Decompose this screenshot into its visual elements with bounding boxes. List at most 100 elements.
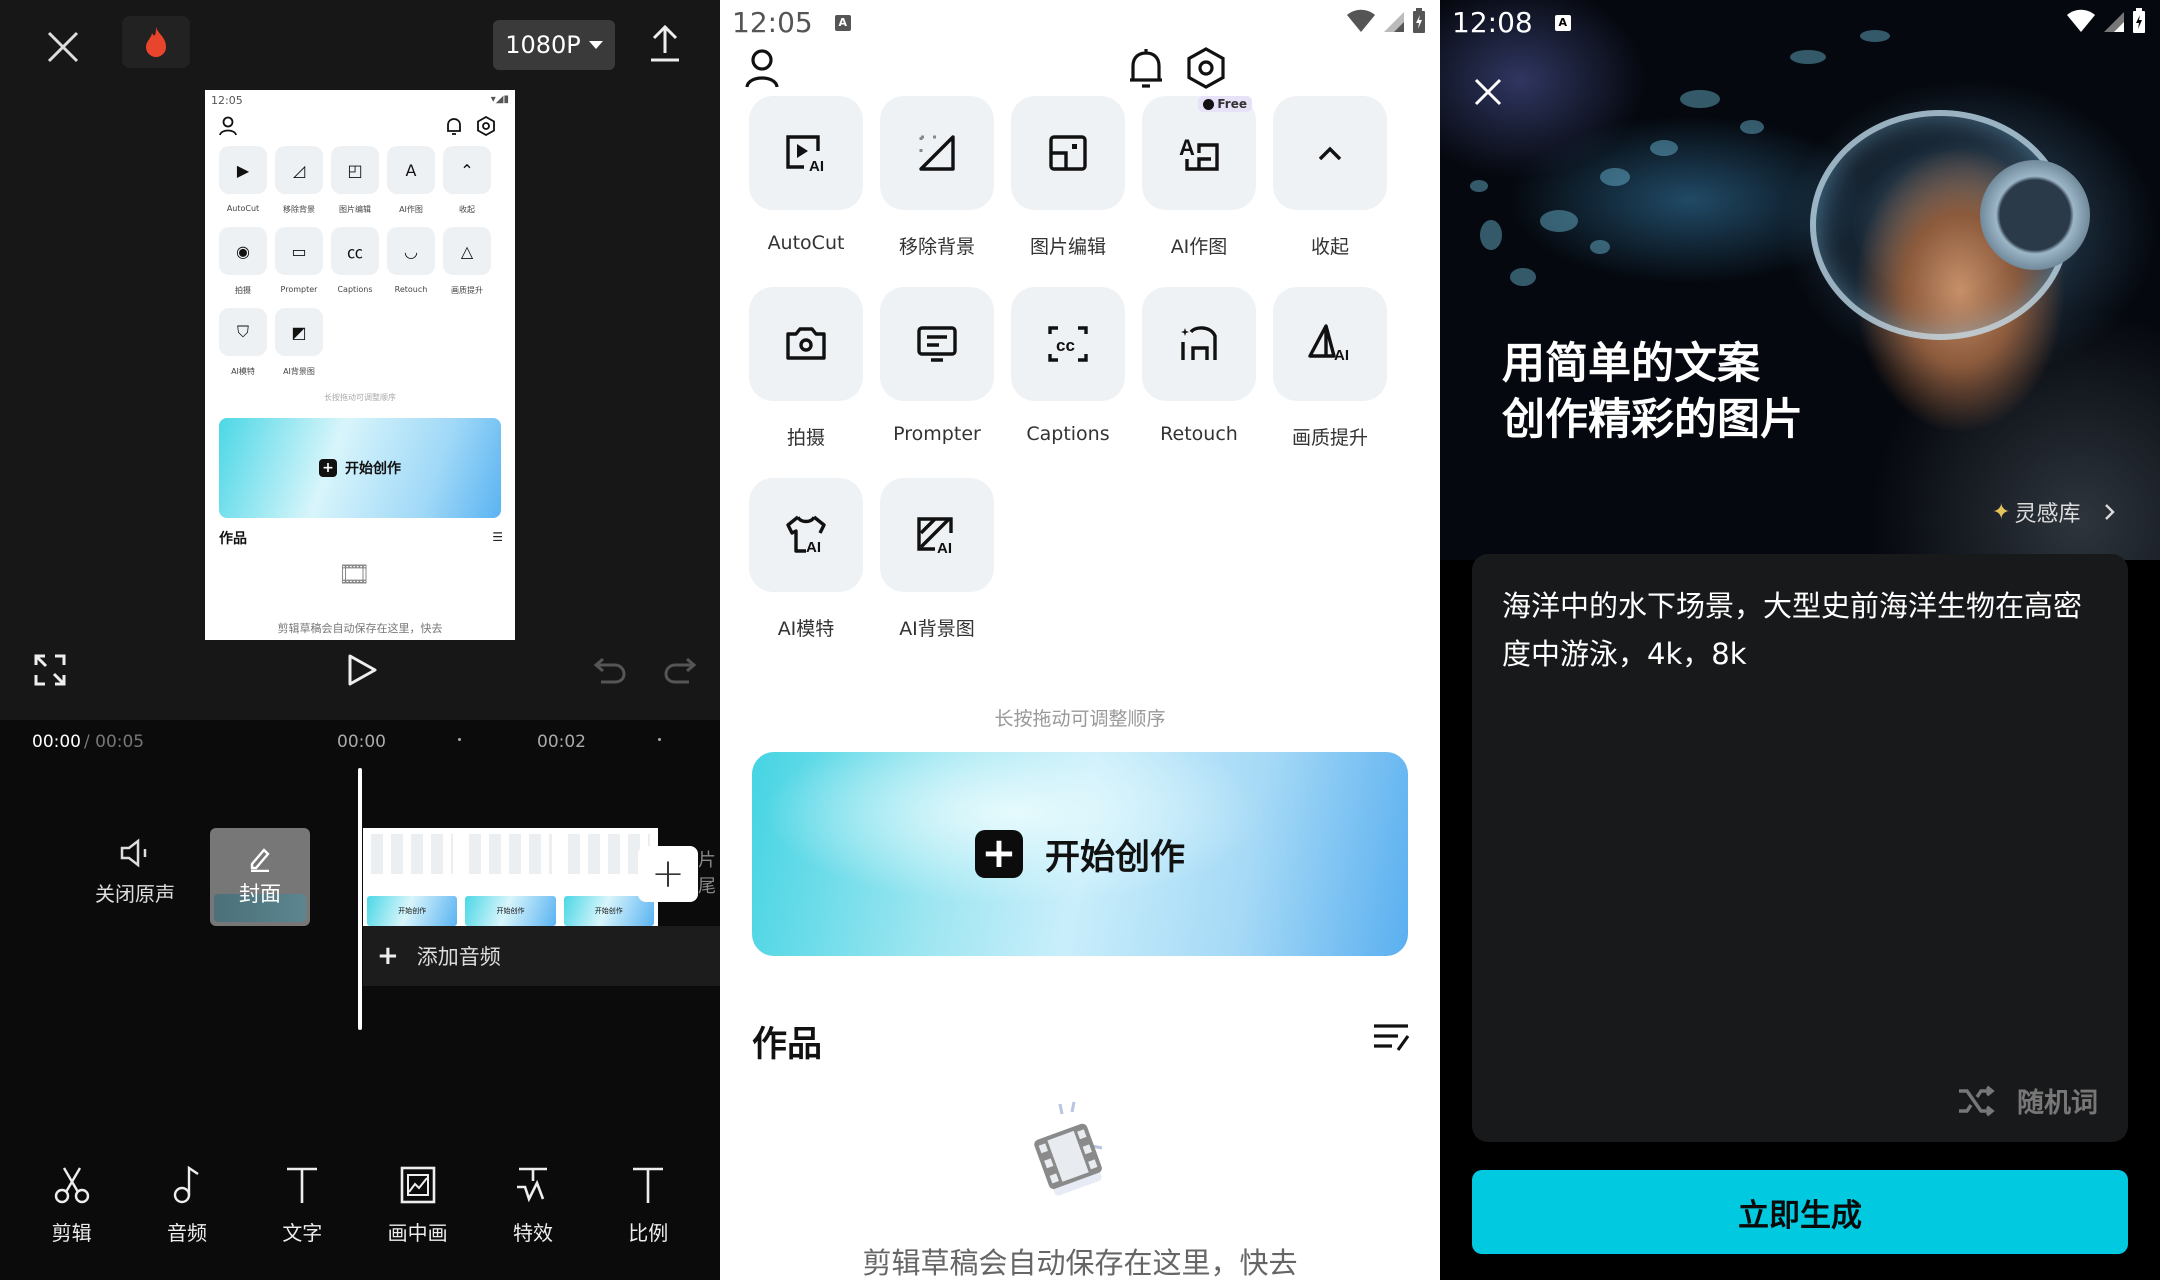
editor-preview-area: 1080P 12:05 ▾◢▮ ▶ AutoCut ◿ 移除背景 ◰ 图片编辑 A AI…: [0, 0, 720, 720]
video-preview[interactable]: 12:05 ▾◢▮ ▶ AutoCut ◿ 移除背景 ◰ 图片编辑 A AI作图 ⌃ 收起…: [205, 90, 515, 640]
add-audio-label: 添加音频: [416, 945, 501, 969]
add-audio-button[interactable]: + 添加音频: [363, 926, 720, 986]
tool-ai-model[interactable]: AI AI模特: [749, 478, 863, 669]
upload-icon: [651, 24, 679, 62]
remove-background-icon: ◿: [275, 146, 323, 194]
headline-line-1: 用简单的文案: [1502, 339, 1760, 389]
tool-autocut[interactable]: AI AutoCut: [749, 96, 863, 287]
play-button[interactable]: [340, 648, 384, 692]
tool-ai-drawing[interactable]: A AI作图 Free: [1142, 96, 1256, 287]
enhance-quality-icon: △: [443, 227, 491, 275]
retouch-icon: ◡: [387, 227, 435, 275]
preview-tool: ◡ Retouch: [385, 227, 437, 296]
autocut-icon: AI: [786, 135, 824, 175]
play-icon: [348, 654, 377, 686]
bubble: [1480, 220, 1502, 250]
start-create-button[interactable]: + 开始创作: [752, 752, 1408, 956]
resolution-value: 1080P: [505, 31, 581, 59]
settings-button[interactable]: [1186, 46, 1226, 94]
tool-enhance-quality[interactable]: AI 画质提升: [1273, 287, 1387, 478]
ai-drawing-icon: A: [1179, 135, 1219, 171]
captions-icon: ㏄: [331, 227, 379, 275]
current-time: 00:00: [32, 732, 81, 752]
tool-ratio[interactable]: 比例: [608, 1165, 688, 1246]
tool-text[interactable]: 文字: [262, 1165, 342, 1246]
preview-tool-label: Retouch: [394, 285, 428, 294]
cover-button[interactable]: 封面: [210, 828, 310, 926]
preview-tool-label: Captions: [337, 285, 373, 294]
export-button[interactable]: [640, 18, 690, 68]
close-icon: [1474, 78, 1502, 106]
prompt-text[interactable]: 海洋中的水下场景，大型史前海洋生物在高密度中游泳，4k，8k: [1502, 582, 2102, 678]
tool-ai-background[interactable]: AI AI背景图: [880, 478, 994, 669]
preview-tool-label: 收起: [459, 205, 475, 214]
tool-remove-background[interactable]: 移除背景: [880, 96, 994, 287]
notifications-button[interactable]: [1128, 48, 1164, 94]
redo-button[interactable]: [660, 650, 700, 690]
tool-prompter[interactable]: Prompter: [880, 287, 994, 478]
tool-image-edit[interactable]: 图片编辑: [1011, 96, 1125, 287]
tool-edit[interactable]: 剪辑: [32, 1165, 112, 1246]
tool-collapse[interactable]: 收起: [1273, 96, 1387, 287]
bubble: [1470, 180, 1488, 192]
film-icon: 🎞: [338, 560, 372, 590]
profile-button[interactable]: [744, 48, 780, 92]
bubble: [1860, 30, 1890, 42]
tool-icon-box: A: [1142, 96, 1256, 210]
picture-in-picture-icon: [400, 1166, 435, 1204]
add-clip-button[interactable]: +: [638, 846, 698, 902]
tool-retouch[interactable]: Retouch: [1142, 287, 1256, 478]
generate-button[interactable]: 立即生成: [1472, 1170, 2128, 1254]
preview-hint: 长按拖动可调整顺序: [324, 393, 396, 402]
ai-background-icon: ◩: [275, 308, 323, 356]
close-button[interactable]: [38, 22, 88, 72]
prompt-input[interactable]: 海洋中的水下场景，大型史前海洋生物在高密度中游泳，4k，8k 随机词: [1472, 554, 2128, 1142]
ai-background-icon: AI: [917, 517, 953, 557]
preview-tool-label: 图片编辑: [339, 205, 371, 214]
tool-audio[interactable]: 音频: [147, 1165, 227, 1246]
editor-panel: 1080P 12:05 ▾◢▮ ▶ AutoCut ◿ 移除背景 ◰ 图片编辑 A AI…: [0, 0, 720, 1280]
svg-text:cc: cc: [1056, 336, 1075, 355]
inspiration-library-link[interactable]: ✦ 灵感库: [1992, 496, 2118, 528]
redo-icon: [664, 657, 697, 684]
preview-tool: ㏄ Captions: [329, 227, 381, 296]
hero-image: [1440, 0, 2160, 560]
close-button[interactable]: [1466, 70, 1510, 114]
tool-pip[interactable]: 画中画: [378, 1165, 458, 1246]
autocut-icon: ▶: [219, 146, 267, 194]
resolution-dropdown[interactable]: 1080P: [493, 20, 615, 70]
playhead[interactable]: [358, 768, 362, 1030]
image-edit-icon: [1049, 135, 1087, 171]
hot-button[interactable]: [122, 16, 190, 68]
chevron-right-icon: [2105, 504, 2116, 520]
generate-label: 立即生成: [1738, 1197, 1862, 1234]
ai-model-icon: ⛉: [219, 308, 267, 356]
tool-camera[interactable]: 拍摄: [749, 287, 863, 478]
tool-icon-box: [880, 96, 994, 210]
mute-original-button[interactable]: 关闭原声: [90, 838, 180, 907]
bell-icon: [1130, 49, 1162, 88]
tool-captions[interactable]: cc Captions: [1011, 287, 1125, 478]
manage-works-button[interactable]: [1372, 1022, 1412, 1058]
plus-icon: +: [377, 941, 399, 971]
effects-icon: [516, 1167, 547, 1203]
preview-tool: △ 画质提升: [441, 227, 493, 296]
preview-tool: ◉ 拍摄: [217, 227, 269, 296]
status-icons: [1346, 8, 1426, 34]
clip-frame: 开始创作: [365, 828, 460, 928]
wifi-icon: [1347, 9, 1375, 32]
tool-icon-box: [1011, 96, 1125, 210]
undo-button[interactable]: [590, 650, 630, 690]
random-words-button[interactable]: 随机词: [1957, 1081, 2098, 1120]
tool-effects[interactable]: 特效: [493, 1165, 573, 1246]
ending-label[interactable]: 片尾: [698, 846, 720, 898]
headline: 用简单的文案 创作精彩的图片: [1502, 336, 1803, 448]
fullscreen-button[interactable]: [30, 650, 70, 690]
headline-line-2: 创作精彩的图片: [1502, 395, 1803, 445]
text-icon: [287, 1167, 318, 1203]
notification-badge-icon: A: [834, 14, 851, 31]
clock-icon: [1203, 98, 1215, 110]
video-clip[interactable]: 开始创作 开始创作 开始创作: [363, 828, 658, 928]
bubble: [1740, 120, 1764, 134]
preview-works-title: 作品: [219, 531, 247, 547]
